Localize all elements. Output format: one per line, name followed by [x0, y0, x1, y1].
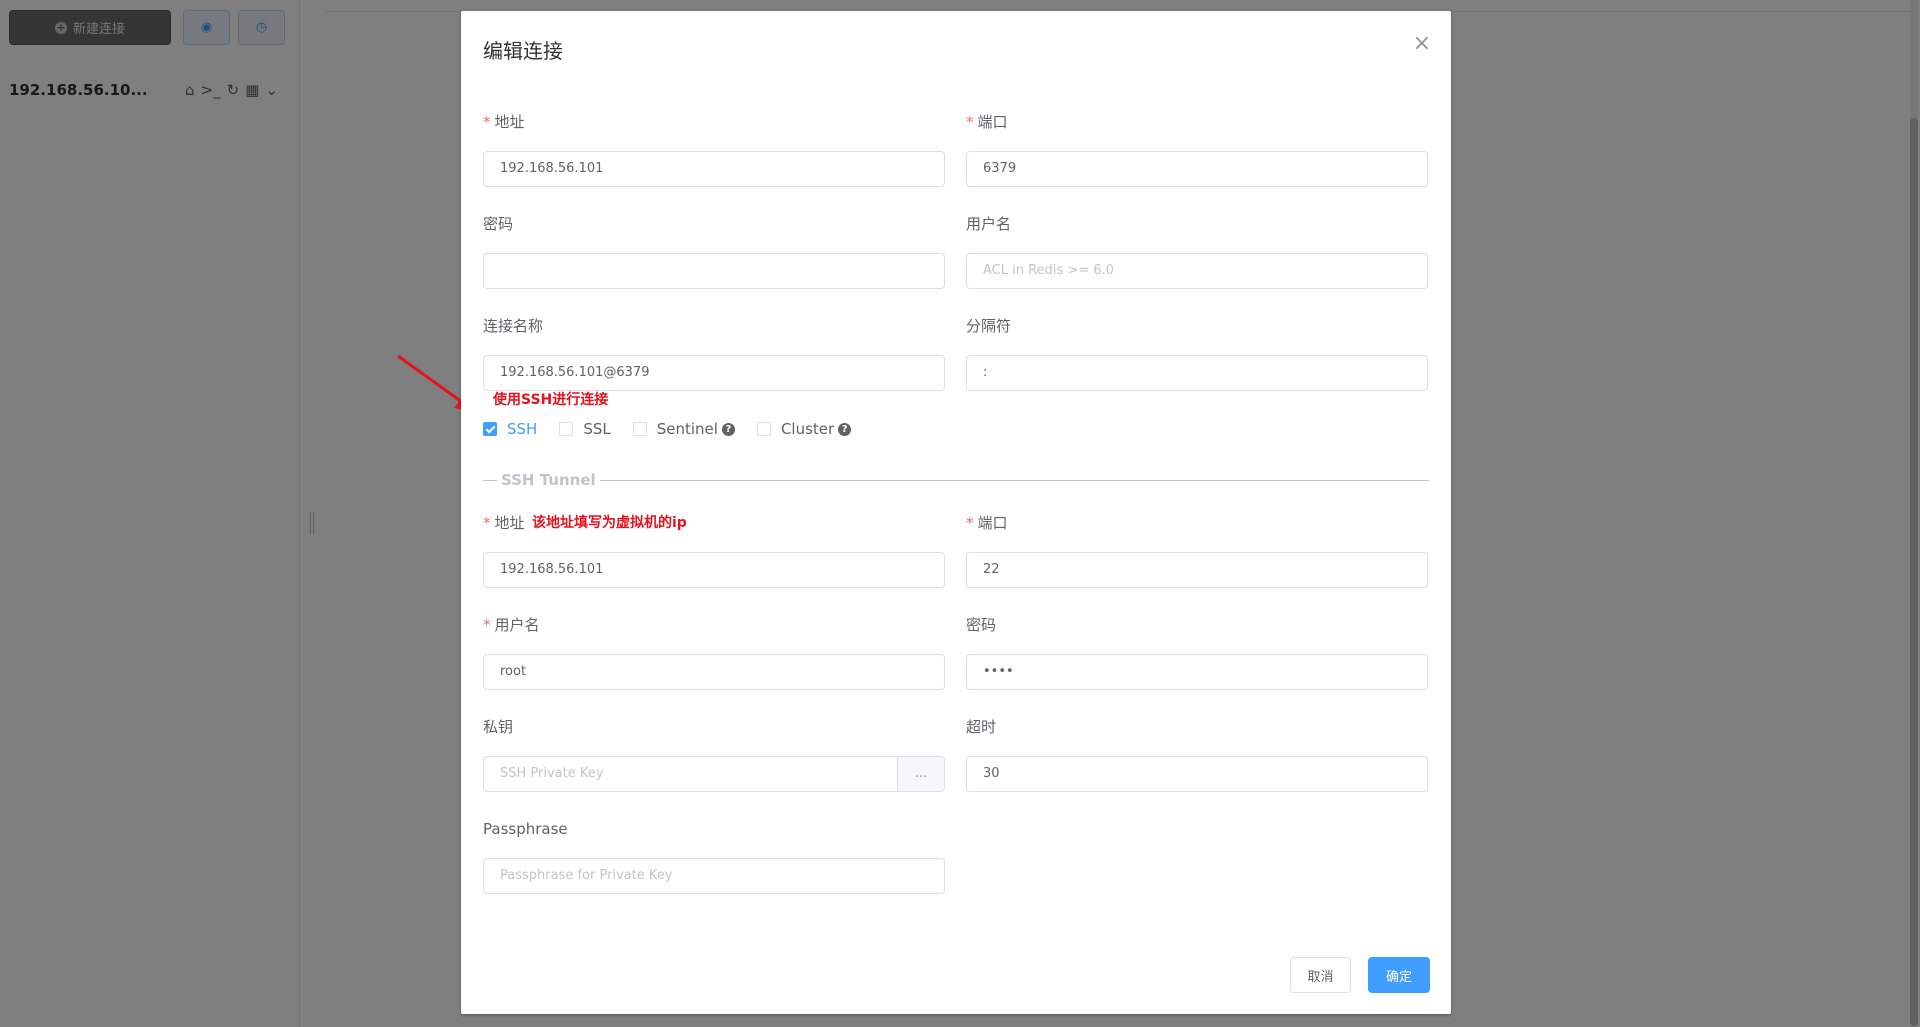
port-input[interactable]: 6379: [966, 151, 1428, 187]
port-field: * 端口 6379: [966, 111, 1428, 187]
ssh-host-label: 地址: [494, 514, 525, 532]
passphrase-input[interactable]: Passphrase for Private Key: [483, 858, 945, 894]
edit-connection-dialog: 编辑连接 × * 地址 192.168.56.101 * 端口 6379 密码 用户…: [461, 11, 1451, 1014]
ssh-tunnel-divider: SSH Tunnel: [483, 469, 1429, 491]
checkbox-icon: [559, 422, 574, 436]
required-mark: *: [483, 113, 491, 131]
confirm-button[interactable]: 确定: [1368, 957, 1430, 993]
required-mark: *: [966, 113, 974, 131]
passphrase-field: Passphrase Passphrase for Private Key: [483, 818, 945, 894]
sentinel-checkbox[interactable]: Sentinel ?: [632, 420, 735, 438]
help-icon[interactable]: ?: [721, 422, 735, 436]
ssh-username-input[interactable]: root: [483, 654, 945, 690]
ssl-checkbox[interactable]: SSL: [559, 420, 611, 438]
separator-field: 分隔符 :: [966, 315, 1428, 391]
username-label: 用户名: [966, 215, 1012, 233]
ip-annotation: 该地址填写为虚拟机的ip: [532, 515, 687, 531]
private-key-input-group: SSH Private Key ...: [483, 756, 945, 792]
close-icon[interactable]: ×: [1413, 33, 1431, 55]
private-key-label: 私钥: [483, 718, 514, 736]
cancel-button[interactable]: 取消: [1290, 957, 1351, 993]
cluster-checkbox[interactable]: Cluster ?: [756, 420, 852, 438]
ssh-host-input[interactable]: 192.168.56.101: [483, 552, 945, 588]
private-key-field: 私钥 SSH Private Key ...: [483, 716, 945, 792]
ssh-checkbox[interactable]: SSH: [483, 420, 537, 438]
passphrase-label: Passphrase: [483, 820, 568, 838]
host-field: * 地址 192.168.56.101: [483, 111, 945, 187]
required-mark: *: [483, 616, 491, 634]
connection-options: SSH SSL Sentinel ? Cluster ?: [483, 419, 873, 439]
ssh-password-input[interactable]: ••••: [966, 654, 1428, 690]
port-label: 端口: [977, 113, 1008, 131]
divider-line: [599, 479, 1429, 481]
password-field: 密码: [483, 213, 945, 289]
ssh-port-field: * 端口 22: [966, 512, 1428, 588]
ssh-port-input[interactable]: 22: [966, 552, 1428, 588]
password-label: 密码: [483, 215, 514, 233]
separator-label: 分隔符: [966, 317, 1012, 335]
checkbox-checked-icon: [483, 422, 497, 436]
required-mark: *: [966, 514, 974, 532]
conn-name-label: 连接名称: [483, 317, 544, 335]
ssh-port-label: 端口: [977, 514, 1008, 532]
private-key-input[interactable]: SSH Private Key: [484, 757, 897, 791]
ssh-username-field: * 用户名 root: [483, 614, 945, 690]
browse-key-button[interactable]: ...: [897, 757, 944, 791]
help-icon[interactable]: ?: [838, 422, 852, 436]
ssh-password-field: 密码 ••••: [966, 614, 1428, 690]
divider-line: [483, 479, 497, 481]
ssh-label: SSH: [507, 420, 538, 438]
timeout-field: 超时 30: [966, 716, 1428, 792]
username-input[interactable]: ACL in Redis >= 6.0: [966, 253, 1428, 289]
required-mark: *: [483, 514, 491, 532]
separator-input[interactable]: :: [966, 355, 1428, 391]
conn-name-field: 连接名称 192.168.56.101@6379: [483, 315, 945, 391]
dialog-title: 编辑连接: [483, 39, 563, 63]
host-label: 地址: [494, 113, 525, 131]
ssh-username-label: 用户名: [494, 616, 540, 634]
sentinel-label: Sentinel: [656, 420, 718, 438]
ssh-annotation: 使用SSH进行连接: [493, 392, 609, 408]
checkbox-icon: [756, 422, 771, 436]
timeout-label: 超时: [966, 718, 997, 736]
password-input[interactable]: [483, 253, 945, 289]
ssl-label: SSL: [583, 420, 611, 438]
username-field: 用户名 ACL in Redis >= 6.0: [966, 213, 1428, 289]
timeout-input[interactable]: 30: [966, 756, 1428, 792]
conn-name-input[interactable]: 192.168.56.101@6379: [483, 355, 945, 391]
checkbox-icon: [632, 422, 647, 436]
ssh-tunnel-title: SSH Tunnel: [501, 471, 596, 489]
host-input[interactable]: 192.168.56.101: [483, 151, 945, 187]
cluster-label: Cluster: [780, 420, 835, 438]
ssh-password-label: 密码: [966, 616, 997, 634]
